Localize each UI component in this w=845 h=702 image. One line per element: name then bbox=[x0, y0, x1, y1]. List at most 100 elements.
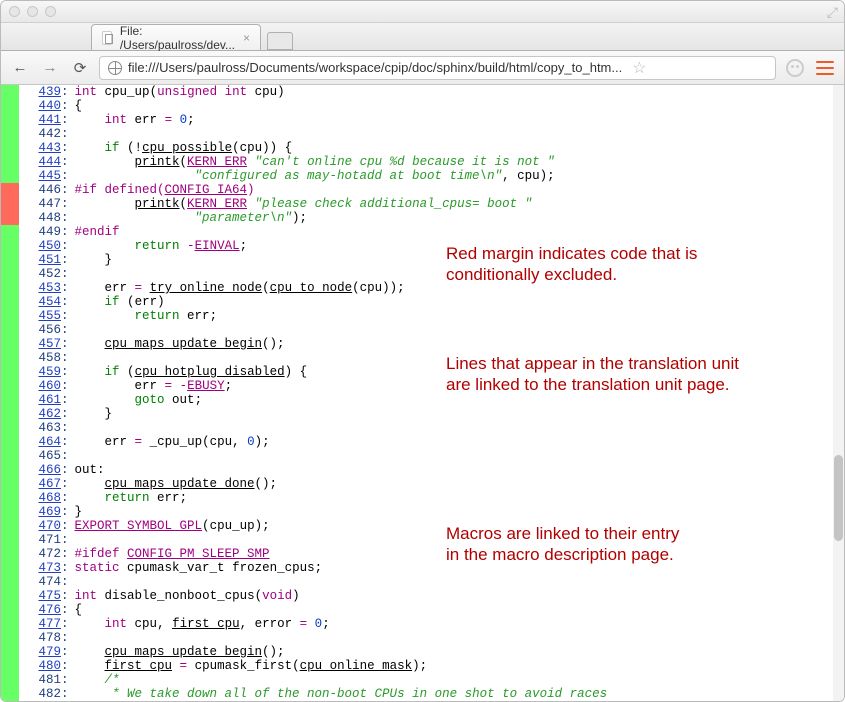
line-number[interactable]: 476 bbox=[19, 603, 61, 617]
code-line: 468:return err; bbox=[1, 491, 833, 505]
margin-included bbox=[1, 603, 19, 617]
forward-button[interactable]: → bbox=[39, 57, 61, 79]
line-number: 447 bbox=[19, 197, 61, 211]
line-number[interactable]: 467 bbox=[19, 477, 61, 491]
code-line: 449:#endif bbox=[1, 225, 833, 239]
line-number[interactable]: 440 bbox=[19, 99, 61, 113]
bookmark-star-icon[interactable]: ☆ bbox=[632, 58, 646, 78]
line-number[interactable]: 462 bbox=[19, 407, 61, 421]
macro-link[interactable]: CONFIG_IA64 bbox=[165, 183, 248, 197]
line-number[interactable]: 445 bbox=[19, 169, 61, 183]
scrollbar-thumb[interactable] bbox=[834, 455, 843, 541]
line-number[interactable]: 479 bbox=[19, 645, 61, 659]
vertical-scrollbar[interactable] bbox=[833, 85, 844, 701]
code-line: 463: bbox=[1, 421, 833, 435]
line-number: 449 bbox=[19, 225, 61, 239]
code-text: } bbox=[75, 253, 113, 267]
margin-included bbox=[1, 449, 19, 463]
macro-link[interactable]: KERN_ERR bbox=[187, 197, 247, 211]
symbol-link[interactable]: first_cpu bbox=[105, 659, 173, 673]
code-text: return err; bbox=[75, 309, 218, 323]
expand-icon[interactable]: ⤢ bbox=[827, 4, 838, 21]
code-text: int disable_nonboot_cpus(void) bbox=[75, 589, 300, 603]
code-text: err = -EBUSY; bbox=[75, 379, 233, 393]
line-number[interactable]: 466 bbox=[19, 463, 61, 477]
line-number[interactable]: 461 bbox=[19, 393, 61, 407]
code-line: 452: bbox=[1, 267, 833, 281]
margin-included bbox=[1, 169, 19, 183]
symbol-link[interactable]: printk bbox=[135, 197, 180, 211]
line-number[interactable]: 457 bbox=[19, 337, 61, 351]
code-text: err = try_online_node(cpu_to_node(cpu)); bbox=[75, 281, 405, 295]
macro-link[interactable]: EINVAL bbox=[195, 239, 240, 253]
margin-included bbox=[1, 85, 19, 99]
margin-included bbox=[1, 547, 19, 561]
symbol-link[interactable]: cpu_to_node bbox=[270, 281, 353, 295]
line-number[interactable]: 450 bbox=[19, 239, 61, 253]
code-text: "configured as may-hotadd at boot time\n… bbox=[75, 169, 555, 183]
line-number[interactable]: 455 bbox=[19, 309, 61, 323]
line-number[interactable]: 477 bbox=[19, 617, 61, 631]
margin-included bbox=[1, 393, 19, 407]
back-button[interactable]: ← bbox=[9, 57, 31, 79]
menu-button[interactable] bbox=[814, 57, 836, 79]
symbol-link[interactable]: cpu_maps_update_begin bbox=[105, 645, 263, 659]
close-icon[interactable]: × bbox=[243, 31, 250, 45]
margin-included bbox=[1, 295, 19, 309]
traffic-light-close[interactable] bbox=[9, 6, 20, 17]
line-number[interactable]: 454 bbox=[19, 295, 61, 309]
line-number[interactable]: 444 bbox=[19, 155, 61, 169]
line-number[interactable]: 441 bbox=[19, 113, 61, 127]
margin-included bbox=[1, 267, 19, 281]
code-text: if (cpu_hotplug_disabled) { bbox=[75, 365, 308, 379]
line-number[interactable]: 468 bbox=[19, 491, 61, 505]
code-line: 441:int err = 0; bbox=[1, 113, 833, 127]
code-text: goto out; bbox=[75, 393, 203, 407]
symbol-link[interactable]: cpu_maps_update_done bbox=[105, 477, 255, 491]
traffic-light-zoom[interactable] bbox=[45, 6, 56, 17]
line-number[interactable]: 475 bbox=[19, 589, 61, 603]
margin-included bbox=[1, 141, 19, 155]
symbol-link[interactable]: printk bbox=[135, 155, 180, 169]
line-number[interactable]: 469 bbox=[19, 505, 61, 519]
code-text: printk(KERN_ERR "please check additional… bbox=[75, 197, 533, 211]
margin-included bbox=[1, 561, 19, 575]
symbol-link[interactable]: first_cpu bbox=[172, 617, 240, 631]
margin-included bbox=[1, 435, 19, 449]
line-number[interactable]: 464 bbox=[19, 435, 61, 449]
margin-included bbox=[1, 407, 19, 421]
line-number[interactable]: 453 bbox=[19, 281, 61, 295]
line-number[interactable]: 443 bbox=[19, 141, 61, 155]
code-text: cpu_maps_update_begin(); bbox=[75, 337, 285, 351]
traffic-light-minimize[interactable] bbox=[27, 6, 38, 17]
margin-included bbox=[1, 309, 19, 323]
line-number[interactable]: 480 bbox=[19, 659, 61, 673]
code-line: 443:if (!cpu_possible(cpu)) { bbox=[1, 141, 833, 155]
margin-included bbox=[1, 505, 19, 519]
line-number[interactable]: 451 bbox=[19, 253, 61, 267]
new-tab-button[interactable] bbox=[267, 32, 293, 50]
symbol-link[interactable]: cpu_maps_update_begin bbox=[105, 337, 263, 351]
url-bar[interactable]: file:///Users/paulross/Documents/workspa… bbox=[99, 56, 776, 80]
line-number[interactable]: 473 bbox=[19, 561, 61, 575]
macro-link[interactable]: KERN_ERR bbox=[187, 155, 247, 169]
code-line: 451:} bbox=[1, 253, 833, 267]
symbol-link[interactable]: cpu_hotplug_disabled bbox=[135, 365, 285, 379]
line-number[interactable]: 470 bbox=[19, 519, 61, 533]
symbol-link[interactable]: cpu_online_mask bbox=[300, 659, 413, 673]
code-text: first_cpu = cpumask_first(cpu_online_mas… bbox=[75, 659, 428, 673]
symbol-link[interactable]: cpu_possible bbox=[142, 141, 232, 155]
browser-tab[interactable]: File: /Users/paulross/dev... × bbox=[91, 24, 261, 50]
macro-link[interactable]: EBUSY bbox=[187, 379, 225, 393]
profile-icon[interactable] bbox=[784, 57, 806, 79]
line-number[interactable]: 439 bbox=[19, 85, 61, 99]
macro-link[interactable]: CONFIG_PM_SLEEP_SMP bbox=[127, 547, 270, 561]
code-text: if (!cpu_possible(cpu)) { bbox=[75, 141, 293, 155]
macro-link[interactable]: EXPORT_SYMBOL_GPL bbox=[75, 519, 203, 533]
code-text: printk(KERN_ERR "can't online cpu %d bec… bbox=[75, 155, 555, 169]
line-number[interactable]: 460 bbox=[19, 379, 61, 393]
symbol-link[interactable]: try_online_node bbox=[150, 281, 263, 295]
reload-button[interactable]: ⟳ bbox=[69, 57, 91, 79]
margin-included bbox=[1, 113, 19, 127]
line-number[interactable]: 459 bbox=[19, 365, 61, 379]
